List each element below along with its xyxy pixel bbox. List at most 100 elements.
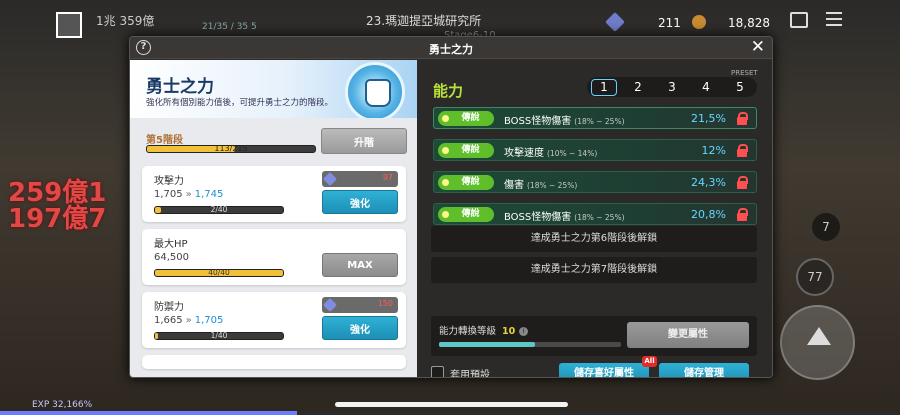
change-attribute-button[interactable]: 變更屬性 [627,322,749,348]
cube-count: 211 [658,16,681,30]
ability-range: (18% ~ 25%) [527,181,578,190]
ability-name: BOSS怪物傷害 (18% ~ 25%) [504,208,625,223]
preset-tab-2[interactable]: 2 [625,80,651,94]
stat-card-max-hp: 最大HP 64,500 40/40 MAX [142,229,406,285]
use-preset-checkbox[interactable] [431,366,444,377]
tier-badge: 傳說 [438,143,494,158]
dialog-header: ? 勇士之力 ✕ [130,37,772,59]
change-level-value: 10 [502,326,516,337]
stat-values: 1,705» 1,745 [154,189,223,200]
ability-value: 24,3% [691,176,726,189]
hero-power-dialog: ? 勇士之力 ✕ 勇士之力 強化所有個別能力值後，可提升勇士之力的階段。 第5階… [129,36,773,378]
gold-icon [692,15,706,29]
stat-list: 攻擊力 1,705» 1,745 2/40 97 強化 最大HP 64,500 4… [142,166,408,376]
max-button[interactable]: MAX [322,253,398,277]
ability-panel: 能力 PRESET 1 2 3 4 5 傳說 BOSS怪物傷害 (18% ~ 25… [417,60,772,378]
exp-bar [0,411,900,415]
arrow-icon: » [185,189,192,200]
ability-range: (18% ~ 25%) [574,213,625,222]
enhance-button[interactable]: 強化 [322,190,398,214]
preset-tab-3[interactable]: 3 [659,80,685,94]
ability-range: (10% ~ 14%) [547,149,598,158]
save-favorite-button[interactable]: 儲存喜好屬性 [559,363,649,377]
stat-current: 64,500 [154,252,189,263]
stat-progress-text: 1/40 [210,331,228,340]
map-name[interactable]: 23.瑪迦提亞城研究所 [366,12,481,29]
ability-row[interactable]: 傳說 傷害 (18% ~ 25%) 24,3% [433,171,757,193]
stat-values: 1,665» 1,705 [154,315,223,326]
home-indicator[interactable] [335,402,568,407]
ability-change-box: 能力轉換等級 10 i 變更屬性 [431,316,757,356]
stage-row: 第5階段 113/215 升階 [146,128,408,158]
lock-icon[interactable] [737,144,748,157]
ability-row[interactable]: 傳說 BOSS怪物傷害 (18% ~ 25%) 20,8% [433,203,757,225]
arrow-icon: » [185,315,192,326]
stat-current: 1,665 [154,315,183,326]
enhance-button[interactable]: 強化 [322,316,398,340]
ability-row[interactable]: 傳說 BOSS怪物傷害 (18% ~ 25%) 21,5% [433,107,757,129]
jump-button[interactable] [780,305,855,380]
cube-icon [322,297,338,313]
ability-name-text: BOSS怪物傷害 [504,116,572,127]
preset-tab-5[interactable]: 5 [727,80,753,94]
ability-name-text: BOSS怪物傷害 [504,212,572,223]
ability-value: 12% [701,144,726,157]
banner-title: 勇士之力 [146,77,214,97]
close-icon[interactable]: ✕ [751,38,765,56]
tier-badge: 傳說 [438,175,494,190]
ability-name-text: 傷害 [504,180,524,191]
info-icon[interactable]: i [519,327,529,336]
use-preset-label: 套用預設 [450,370,490,378]
lock-icon[interactable] [737,176,748,189]
skill-count-button[interactable]: 77 [796,258,834,296]
ability-name-text: 攻擊速度 [504,148,544,159]
shop-cart-icon[interactable] [790,12,808,28]
ability-title: 能力 [433,82,464,100]
change-level-fill [439,342,536,347]
locked-slot-stage7: 達成勇士之力第7階段後解鎖 [431,257,757,283]
tier-dot-icon [442,211,449,218]
preset-tab-1[interactable]: 1 [591,78,617,96]
tier-badge: 傳說 [438,207,494,222]
side-count-button[interactable]: 7 [812,213,840,241]
character-avatar[interactable] [56,12,82,38]
stats-panel: 勇士之力 強化所有個別能力值後，可提升勇士之力的階段。 第5階段 113/215… [130,60,417,377]
change-level-bar [439,342,621,347]
stat-current: 1,705 [154,189,183,200]
stat-card-defense: 防禦力 1,665» 1,705 1/40 150 強化 [142,292,406,348]
ability-name: BOSS怪物傷害 (18% ~ 25%) [504,112,625,127]
cost-box: 97 [322,171,398,187]
all-badge: All [642,356,657,367]
cube-icon [322,171,338,187]
preset-tabs: 1 2 3 4 5 [587,77,757,97]
dialog-title: 勇士之力 [429,43,473,56]
tier-label: 傳說 [461,113,480,123]
damage-number: 259億1 [8,178,107,208]
fist-icon [345,62,405,118]
preset-tab-4[interactable]: 4 [693,80,719,94]
lock-icon[interactable] [737,208,748,221]
preset-label: PRESET [731,69,758,77]
cube-icon [605,12,625,32]
stat-card-next [142,355,406,369]
ability-list: 傳說 BOSS怪物傷害 (18% ~ 25%) 21,5% 傳說 攻擊速度 (10%… [433,107,757,235]
ability-value: 21,5% [691,112,726,125]
lock-icon[interactable] [737,112,748,125]
banner-subtitle: 強化所有個別能力值後，可提升勇士之力的階段。 [146,98,334,108]
save-manage-button[interactable]: 儲存管理 [659,363,749,377]
ability-value: 20,8% [691,208,726,221]
stat-name: 最大HP [154,239,188,250]
change-level-text: 能力轉換等級 [439,326,497,337]
tier-badge: 傳說 [438,111,494,126]
stat-card-attack: 攻擊力 1,705» 1,745 2/40 97 強化 [142,166,406,222]
stat-next: 1,745 [194,189,224,200]
change-level-label: 能力轉換等級 10 i [439,323,529,337]
ability-range: (18% ~ 25%) [574,117,625,126]
ability-row[interactable]: 傳說 攻擊速度 (10% ~ 14%) 12% [433,139,757,161]
tier-dot-icon [442,179,449,186]
upgrade-button[interactable]: 升階 [321,128,407,154]
stat-progress-text: 40/40 [208,268,230,277]
gold-count: 18,828 [728,16,770,30]
menu-icon[interactable] [826,12,842,26]
locked-slot-stage6: 達成勇士之力第6階段後解鎖 [431,226,757,252]
